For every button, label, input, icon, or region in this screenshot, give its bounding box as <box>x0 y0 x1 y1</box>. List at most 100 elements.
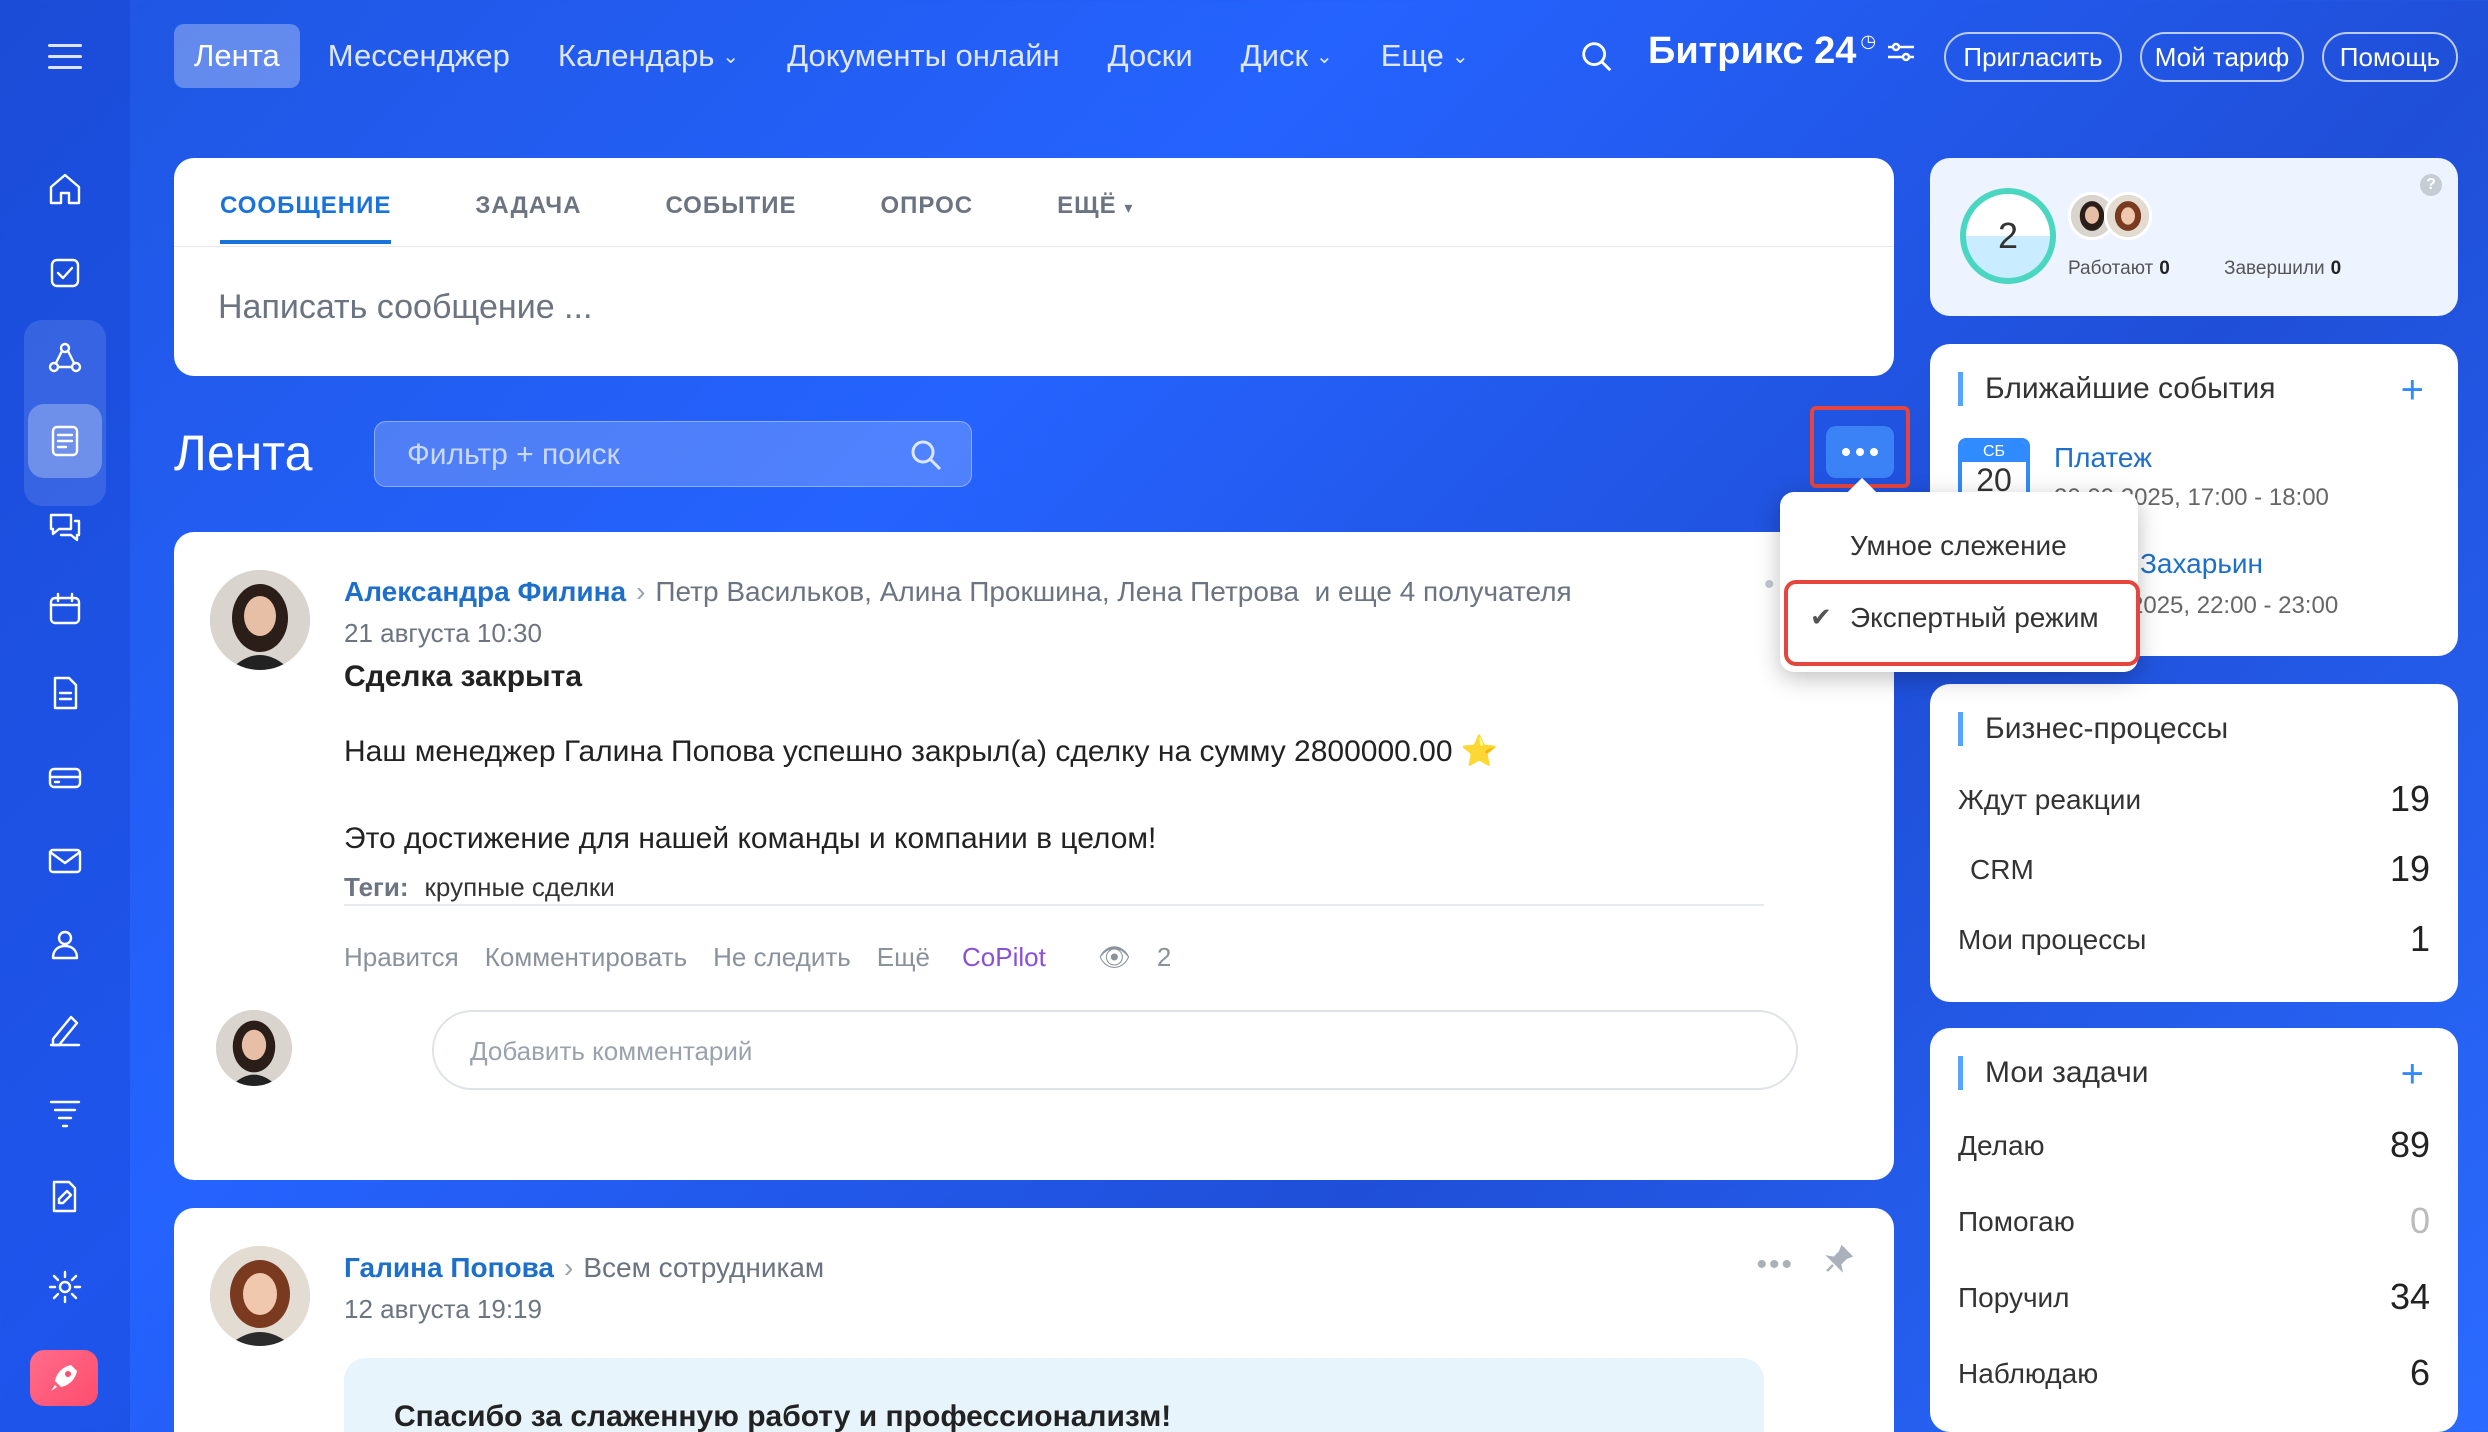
chevron-down-icon: ⌄ <box>1451 45 1469 68</box>
copilot-button[interactable]: CoPilot <box>962 942 1046 973</box>
brand-logo[interactable]: Битрикс 24 ◷ <box>1648 30 1916 73</box>
tasks-checkbox-icon[interactable] <box>28 236 102 310</box>
unfollow-button[interactable]: Не следить <box>713 942 851 973</box>
mail-icon[interactable] <box>28 824 102 898</box>
views-counter[interactable]: 👁 2 <box>1098 942 1197 973</box>
nav-item-calendar[interactable]: Календарь ⌄ <box>538 24 759 88</box>
bp-row[interactable]: Ждут реакции 19 <box>1958 778 2430 819</box>
widget-title[interactable]: Ближайшие события <box>1958 372 2275 406</box>
widget-title[interactable]: Мои задачи <box>1958 1056 2148 1090</box>
my-tariff-button[interactable]: Мой тариф <box>2140 32 2304 82</box>
pulse-counter[interactable]: 2 <box>1960 188 2056 284</box>
task-row[interactable]: Наблюдаю 6 <box>1958 1352 2430 1393</box>
help-button[interactable]: Помощь <box>2322 32 2458 82</box>
nav-item-disk[interactable]: Диск ⌄ <box>1221 24 1353 88</box>
home-icon[interactable] <box>28 152 102 226</box>
feed-more-options-button[interactable] <box>1826 426 1894 478</box>
add-task-plus-icon[interactable]: + <box>2401 1052 2424 1097</box>
tab-more[interactable]: ЕЩЁ ▾ <box>1057 192 1133 244</box>
feed-post: Галина Попова › Всем сотрудникам 12 август… <box>174 1208 1894 1432</box>
post-composer: СООБЩЕНИЕ ЗАДАЧА СОБЫТИЕ ОПРОС ЕЩЁ ▾ Нап… <box>174 158 1894 376</box>
settings-gear-icon[interactable] <box>28 1250 102 1324</box>
chat-messenger-icon[interactable] <box>28 488 102 562</box>
post-text: Наш менеджер Галина Попова успешно закры… <box>344 735 1499 768</box>
filter-search-input[interactable]: Фильтр + поиск <box>374 421 972 487</box>
left-sidebar <box>0 0 130 1432</box>
post-author-link[interactable]: Галина Попова <box>344 1252 554 1283</box>
bp-row[interactable]: Мои процессы 1 <box>1958 918 2430 959</box>
post-recipients[interactable]: Всем сотрудникам <box>583 1252 824 1283</box>
add-event-plus-icon[interactable]: + <box>2401 368 2424 413</box>
feed-news-icon[interactable] <box>28 404 102 478</box>
page-title: Лента <box>174 425 313 481</box>
task-row[interactable]: Делаю 89 <box>1958 1124 2430 1165</box>
post-highlight-block: Спасибо за слаженную работу и профессион… <box>344 1358 1764 1432</box>
employees-icon[interactable] <box>28 908 102 982</box>
nav-item-more[interactable]: Еще ⌄ <box>1361 24 1489 88</box>
task-row[interactable]: Поручил 34 <box>1958 1276 2430 1317</box>
chevron-right-icon: › <box>636 576 646 607</box>
sliders-icon[interactable] <box>1886 40 1916 64</box>
pin-icon[interactable] <box>1824 1244 1854 1274</box>
business-processes-widget: Бизнес-процессы Ждут реакции 19 CRM 19 Мои… <box>1930 684 2458 1002</box>
like-button[interactable]: Нравится <box>344 942 459 973</box>
task-row[interactable]: Помогаю 0 <box>1958 1200 2430 1241</box>
help-question-icon[interactable]: ? <box>2420 174 2442 196</box>
post-tags: Теги: крупные сделки <box>344 872 615 902</box>
divider <box>174 246 1894 247</box>
drive-storage-icon[interactable] <box>28 740 102 814</box>
clock-icon: ◷ <box>1860 31 1877 51</box>
tab-poll[interactable]: ОПРОС <box>881 192 974 244</box>
rocket-icon[interactable] <box>30 1350 98 1406</box>
more-recipients-link[interactable]: и еще 4 получателя <box>1315 576 1572 607</box>
avatar[interactable] <box>210 1246 310 1346</box>
event-time: 2025, 22:00 - 23:00 <box>2130 592 2339 619</box>
feed-post: Александра Филина › Петр Васильков, Алина … <box>174 532 1894 1180</box>
chevron-down-icon: ⌄ <box>1316 45 1333 68</box>
nav-item-documents[interactable]: Документы онлайн <box>767 24 1080 88</box>
tab-message[interactable]: СООБЩЕНИЕ <box>220 192 392 244</box>
invite-button[interactable]: Пригласить <box>1944 32 2122 82</box>
post-date[interactable]: 21 августа 10:30 <box>344 618 542 649</box>
post-author-link[interactable]: Александра Филина <box>344 576 626 607</box>
crm-flow-icon[interactable] <box>28 322 102 396</box>
tab-event[interactable]: СОБЫТИЕ <box>665 192 796 244</box>
post-title: Сделка закрыта <box>344 660 583 693</box>
menu-burger-icon[interactable] <box>48 44 82 69</box>
nav-item-feed[interactable]: Лента <box>174 24 300 88</box>
edit-document-icon[interactable] <box>28 1160 102 1234</box>
sales-funnel-icon[interactable] <box>28 1076 102 1150</box>
avatar[interactable] <box>210 570 310 670</box>
search-icon[interactable] <box>1578 38 1618 78</box>
event-title-link[interactable]: Платеж <box>2054 442 2152 474</box>
divider <box>344 904 1764 906</box>
post-date[interactable]: 12 августа 19:19 <box>344 1294 542 1325</box>
nav-item-messenger[interactable]: Мессенджер <box>308 24 530 88</box>
add-comment-input[interactable]: Добавить комментарий <box>432 1010 1798 1090</box>
chevron-right-icon: › <box>564 1252 574 1283</box>
post-more-icon[interactable]: • <box>1764 568 1775 602</box>
eye-icon: 👁 <box>1097 942 1131 972</box>
bp-row[interactable]: CRM 19 <box>1958 848 2430 889</box>
widget-title[interactable]: Бизнес-процессы <box>1958 712 2228 746</box>
avatar <box>2104 192 2152 240</box>
pulse-done: Завершили 0 <box>2224 258 2342 279</box>
post-recipients[interactable]: Петр Васильков, Алина Прокшина, Лена Пет… <box>655 576 1299 607</box>
top-navigation: Лента Мессенджер Календарь ⌄ Документы он… <box>174 24 1497 88</box>
calendar-icon[interactable] <box>28 572 102 646</box>
more-actions-button[interactable]: Ещё <box>877 942 930 973</box>
document-icon[interactable] <box>28 656 102 730</box>
nav-item-boards[interactable]: Доски <box>1088 24 1213 88</box>
post-text: Это достижение для нашей команды и компа… <box>344 822 1157 855</box>
chevron-down-icon: ⌄ <box>722 45 740 68</box>
comment-button[interactable]: Комментировать <box>485 942 687 973</box>
pulse-widget[interactable]: 2 Работают 0 Завершили 0 ? <box>1930 158 2458 316</box>
post-actions: Нравится Комментировать Не следить Ещё C… <box>344 942 1223 973</box>
tab-task[interactable]: ЗАДАЧА <box>475 192 581 244</box>
tag-link[interactable]: крупные сделки <box>425 872 615 902</box>
message-input[interactable]: Написать сообщение ... <box>218 288 592 327</box>
event-title-link[interactable]: Захарьин <box>2140 548 2263 580</box>
sign-pen-icon[interactable] <box>28 992 102 1066</box>
search-icon <box>911 440 942 471</box>
post-more-icon[interactable]: ••• <box>1756 1248 1794 1282</box>
